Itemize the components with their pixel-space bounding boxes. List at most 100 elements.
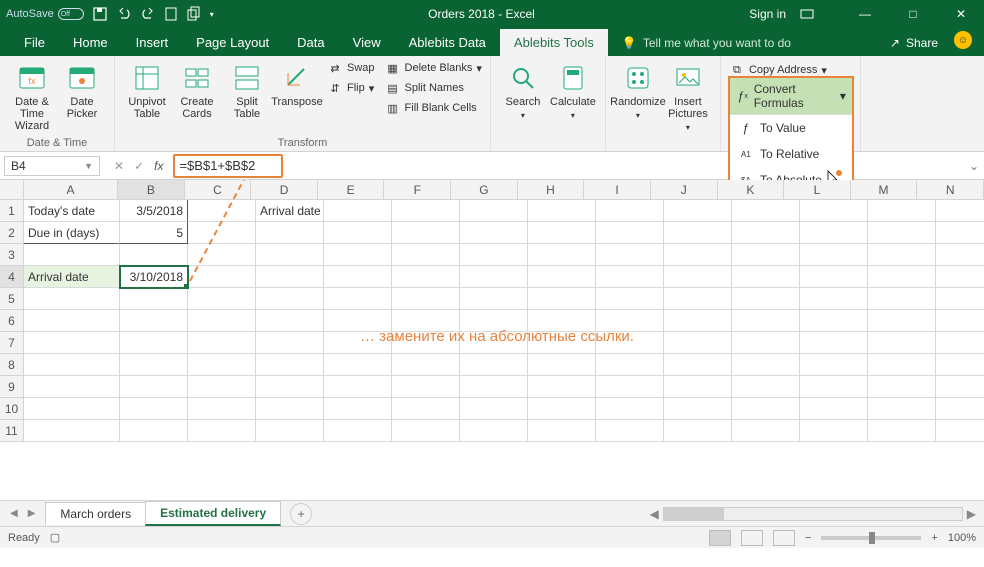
- cell[interactable]: [24, 288, 120, 310]
- cell[interactable]: [256, 398, 324, 420]
- cell[interactable]: [24, 244, 120, 266]
- col-header[interactable]: F: [384, 180, 451, 200]
- sign-in-link[interactable]: Sign in: [749, 7, 786, 21]
- col-header[interactable]: D: [251, 180, 318, 200]
- cell[interactable]: [800, 222, 868, 244]
- tab-view[interactable]: View: [339, 29, 395, 56]
- cell[interactable]: [120, 376, 188, 398]
- cell[interactable]: [732, 222, 800, 244]
- cell[interactable]: [24, 332, 120, 354]
- name-box[interactable]: B4 ▼: [4, 156, 100, 176]
- cell[interactable]: [120, 310, 188, 332]
- tab-file[interactable]: File: [10, 29, 59, 56]
- cell[interactable]: [324, 288, 392, 310]
- cell[interactable]: [732, 354, 800, 376]
- cell[interactable]: Today's date: [24, 200, 120, 222]
- fx-icon[interactable]: fx: [154, 159, 163, 173]
- close-button[interactable]: ✕: [944, 7, 978, 21]
- cell[interactable]: [324, 376, 392, 398]
- cell[interactable]: [936, 332, 984, 354]
- row-header[interactable]: 7: [0, 332, 24, 354]
- date-picker-button[interactable]: Date Picker: [58, 60, 106, 132]
- cell[interactable]: [868, 266, 936, 288]
- cell[interactable]: [936, 222, 984, 244]
- col-header[interactable]: G: [451, 180, 518, 200]
- cell[interactable]: [800, 376, 868, 398]
- redo-icon[interactable]: [140, 6, 156, 22]
- split-names-button[interactable]: ▤Split Names: [385, 80, 482, 96]
- col-header[interactable]: L: [784, 180, 851, 200]
- cell[interactable]: [24, 398, 120, 420]
- col-header[interactable]: A: [24, 180, 118, 200]
- cell[interactable]: [324, 420, 392, 442]
- cell[interactable]: [732, 200, 800, 222]
- cell[interactable]: [800, 244, 868, 266]
- sheet-tab-active[interactable]: Estimated delivery: [145, 501, 281, 526]
- tab-page-layout[interactable]: Page Layout: [182, 29, 283, 56]
- cell[interactable]: [120, 354, 188, 376]
- cell[interactable]: [460, 222, 528, 244]
- scrollbar-thumb[interactable]: [664, 508, 724, 520]
- to-value-option[interactable]: ƒTo Value: [730, 115, 852, 141]
- cell[interactable]: [528, 222, 596, 244]
- cell[interactable]: [732, 398, 800, 420]
- cell[interactable]: [460, 244, 528, 266]
- row-header[interactable]: 5: [0, 288, 24, 310]
- cell[interactable]: [800, 354, 868, 376]
- row-header[interactable]: 6: [0, 310, 24, 332]
- cell[interactable]: [868, 420, 936, 442]
- cell[interactable]: [256, 244, 324, 266]
- select-all-corner[interactable]: [0, 180, 24, 200]
- cell[interactable]: [868, 376, 936, 398]
- cell[interactable]: [528, 354, 596, 376]
- autosave-toggle[interactable]: AutoSave Off: [6, 8, 84, 20]
- cell[interactable]: [392, 222, 460, 244]
- cell[interactable]: [528, 288, 596, 310]
- insert-pictures-button[interactable]: Insert Pictures▾: [664, 60, 712, 134]
- unpivot-button[interactable]: Unpivot Table: [123, 60, 171, 120]
- cell[interactable]: [596, 200, 664, 222]
- cell[interactable]: [188, 332, 256, 354]
- zoom-slider[interactable]: [821, 536, 921, 540]
- cell[interactable]: [392, 288, 460, 310]
- cell[interactable]: Due in (days): [24, 222, 120, 244]
- sheet-nav-prev[interactable]: ◀: [0, 508, 28, 519]
- cell[interactable]: [392, 244, 460, 266]
- cell[interactable]: [188, 376, 256, 398]
- minimize-button[interactable]: —: [848, 7, 882, 21]
- cell[interactable]: [256, 266, 324, 288]
- cell[interactable]: [392, 398, 460, 420]
- cell[interactable]: [528, 244, 596, 266]
- cell[interactable]: [800, 398, 868, 420]
- flip-button[interactable]: ⇵Flip ▾: [327, 80, 375, 96]
- cell[interactable]: [324, 266, 392, 288]
- cell[interactable]: [596, 266, 664, 288]
- create-cards-button[interactable]: Create Cards: [173, 60, 221, 120]
- cell[interactable]: [120, 244, 188, 266]
- row-header[interactable]: 1: [0, 200, 24, 222]
- zoom-level[interactable]: 100%: [948, 532, 976, 544]
- row-header[interactable]: 3: [0, 244, 24, 266]
- cell[interactable]: [664, 420, 732, 442]
- col-header[interactable]: J: [651, 180, 718, 200]
- cell[interactable]: [868, 310, 936, 332]
- share-button[interactable]: ↗ Share: [878, 30, 950, 56]
- cell[interactable]: [188, 288, 256, 310]
- cell[interactable]: [868, 244, 936, 266]
- ribbon-options-icon[interactable]: [800, 7, 834, 21]
- cell[interactable]: [664, 266, 732, 288]
- cell[interactable]: [528, 398, 596, 420]
- row-header[interactable]: 11: [0, 420, 24, 442]
- search-button[interactable]: Search▾: [499, 60, 547, 122]
- cell[interactable]: [596, 420, 664, 442]
- cell[interactable]: [596, 398, 664, 420]
- cell[interactable]: [24, 420, 120, 442]
- cell[interactable]: [528, 420, 596, 442]
- cell[interactable]: [868, 398, 936, 420]
- enter-formula-icon[interactable]: ✓: [134, 159, 144, 173]
- add-sheet-button[interactable]: +: [290, 503, 312, 525]
- cell[interactable]: [24, 310, 120, 332]
- view-page-layout-icon[interactable]: [741, 530, 763, 546]
- tell-me[interactable]: 💡 Tell me what you want to do: [622, 36, 791, 56]
- cell[interactable]: [188, 420, 256, 442]
